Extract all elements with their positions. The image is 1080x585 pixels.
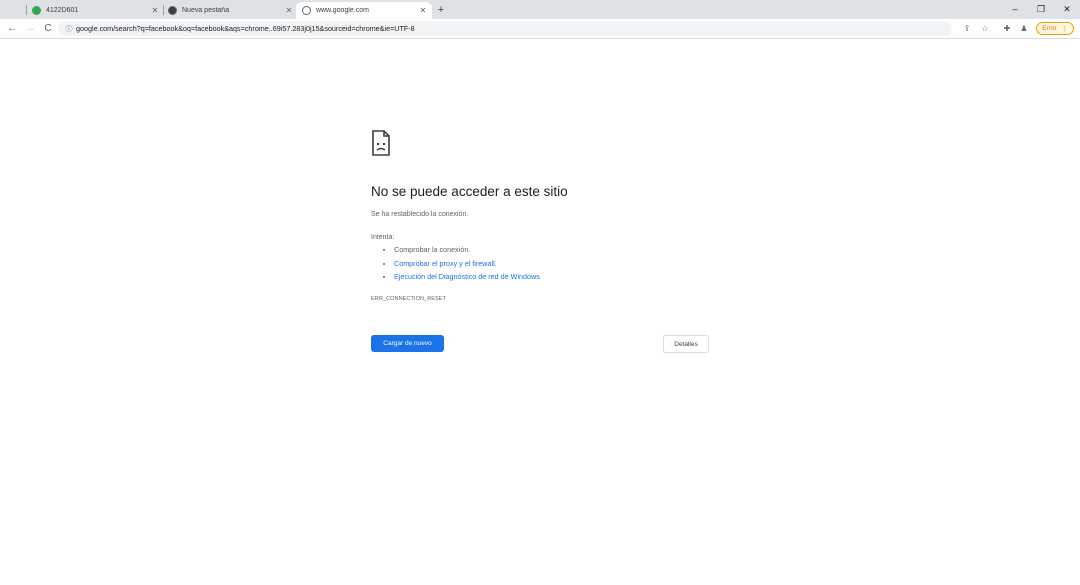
tab-4122d601[interactable]: 4122D601 ✕: [32, 2, 160, 19]
address-bar[interactable]: ⓘ google.com/search?q=facebook&oq=facebo…: [58, 21, 952, 36]
reload-button[interactable]: Cargar de nuevo: [371, 335, 444, 352]
restore-icon[interactable]: ❐: [1030, 0, 1052, 19]
tab-title: 4122D601: [46, 7, 79, 14]
close-window-icon[interactable]: ✕: [1056, 0, 1078, 19]
check-proxy-link[interactable]: Comprobar el proxy y el firewall.: [394, 259, 497, 268]
error-description: Se ha restablecido la conexión.: [371, 211, 469, 218]
profile-icon[interactable]: ♟: [1017, 19, 1031, 38]
suggestions-list: Comprobar la conexión. Comprobar el prox…: [371, 243, 540, 284]
suggestion-network-diagnostics: Ejecución del Diagnóstico de red de Wind…: [394, 270, 540, 284]
details-button[interactable]: Detalles: [663, 335, 709, 353]
tab-strip: 4122D601 ✕ Nueva pestaña ✕ www.google.co…: [0, 0, 1080, 19]
close-icon[interactable]: ✕: [284, 6, 294, 15]
suggestion-check-proxy: Comprobar el proxy y el firewall.: [394, 257, 540, 271]
green-site-icon: [32, 6, 41, 15]
share-icon[interactable]: ⇪: [960, 19, 974, 38]
extensions-icon[interactable]: ✚: [1000, 19, 1014, 38]
menu-dots-icon: ⋮: [1060, 25, 1068, 33]
reload-icon[interactable]: C: [40, 19, 56, 38]
chrome-icon: [168, 6, 177, 15]
tab-separator: [163, 5, 164, 15]
network-diagnostics-link[interactable]: Ejecución del Diagnóstico de red de Wind…: [394, 272, 540, 281]
tab-title: www.google.com: [316, 7, 369, 14]
back-icon[interactable]: ←: [4, 19, 20, 38]
tab-separator: [26, 5, 27, 15]
new-tab-button[interactable]: +: [433, 2, 449, 18]
minimize-icon[interactable]: –: [1004, 0, 1026, 19]
tab-nueva-pestana[interactable]: Nueva pestaña ✕: [168, 2, 294, 19]
forward-icon[interactable]: →: [22, 19, 38, 38]
close-icon[interactable]: ✕: [150, 6, 160, 15]
globe-icon: [302, 6, 311, 15]
suggestion-check-connection: Comprobar la conexión.: [394, 243, 540, 257]
tab-title: Nueva pestaña: [182, 7, 230, 14]
info-icon[interactable]: ⓘ: [62, 24, 76, 34]
tab-google[interactable]: www.google.com ✕: [296, 2, 432, 19]
bookmark-star-icon[interactable]: ☆: [978, 19, 992, 38]
error-label: Error: [1042, 25, 1057, 32]
page-title: No se puede acceder a este sitio: [371, 184, 568, 199]
sad-page-icon: [372, 130, 390, 156]
error-code: ERR_CONNECTION_RESET: [371, 296, 447, 302]
browser-toolbar: ← → C ⓘ google.com/search?q=facebook&oq=…: [0, 19, 1080, 39]
try-label: Intenta:: [371, 234, 395, 241]
close-icon[interactable]: ✕: [418, 6, 428, 15]
url-text: google.com/search?q=facebook&oq=facebook…: [76, 24, 415, 33]
profile-error-pill[interactable]: Error ⋮: [1036, 22, 1074, 35]
